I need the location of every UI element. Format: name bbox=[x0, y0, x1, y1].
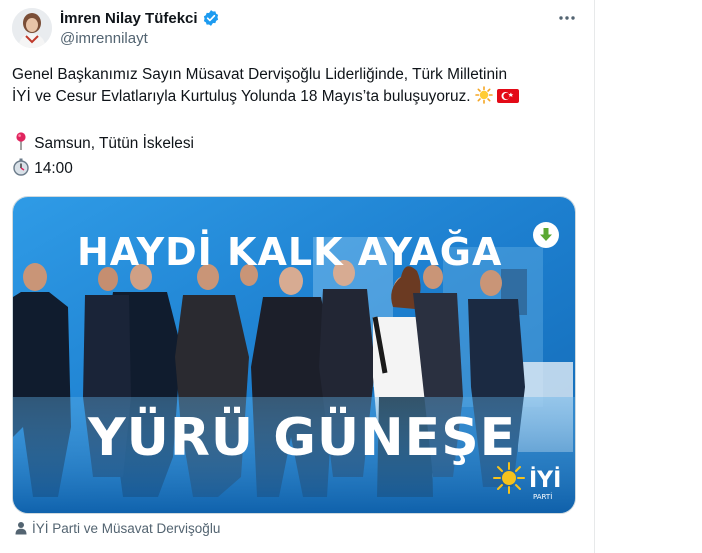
verified-badge-icon bbox=[202, 9, 220, 27]
round-pushpin-icon bbox=[12, 131, 30, 158]
tweet-text-line-2-wrap: İYİ ve Cesur Evlatlarıyla Kurtuluş Yolun… bbox=[12, 86, 582, 111]
tagged-people-text: İYİ Parti ve Müsavat Dervişoğlu bbox=[32, 520, 221, 536]
tagged-people[interactable]: İYİ Parti ve Müsavat Dervişoğlu bbox=[14, 518, 220, 538]
avatar[interactable] bbox=[12, 8, 52, 48]
more-options-icon[interactable] bbox=[556, 10, 578, 26]
stopwatch-icon bbox=[12, 158, 30, 183]
tweet-header: İmren Nilay Tüfekci @imrennilayt bbox=[60, 8, 578, 48]
logo-text: İYİ bbox=[529, 467, 561, 493]
tweet-media-image[interactable]: HAYDİ KALK AYAĞA YÜRÜ GÜNEŞE İYİ PARTİ bbox=[12, 196, 576, 514]
time-line: 14:00 bbox=[12, 158, 582, 183]
logo-subtext: PARTİ bbox=[533, 492, 552, 501]
location-text: Samsun, Tütün İskelesi bbox=[34, 135, 194, 152]
column-divider bbox=[594, 0, 595, 553]
tweet-text-line-1: Genel Başkanımız Sayın Müsavat Dervişoğl… bbox=[12, 66, 508, 83]
tweet-text-line-2: İYİ ve Cesur Evlatlarıyla Kurtuluş Yolun… bbox=[12, 88, 471, 105]
turkish-flag-emoji-icon bbox=[497, 88, 520, 111]
author-handle[interactable]: @imrennilayt bbox=[60, 30, 578, 47]
location-line: Samsun, Tütün İskelesi bbox=[12, 131, 582, 158]
tweet-text: Genel Başkanımız Sayın Müsavat Dervişoğl… bbox=[12, 64, 582, 183]
time-text: 14:00 bbox=[34, 160, 73, 177]
headline-top: HAYDİ KALK AYAĞA bbox=[77, 230, 502, 274]
person-tag-icon bbox=[14, 521, 28, 535]
tweet-card[interactable]: İmren Nilay Tüfekci @imrennilayt Genel B… bbox=[0, 0, 594, 553]
headline-bottom: YÜRÜ GÜNEŞE bbox=[87, 406, 516, 468]
sun-emoji-icon bbox=[475, 86, 493, 111]
download-arrow-icon bbox=[533, 222, 559, 248]
author-name[interactable]: İmren Nilay Tüfekci bbox=[60, 10, 198, 27]
